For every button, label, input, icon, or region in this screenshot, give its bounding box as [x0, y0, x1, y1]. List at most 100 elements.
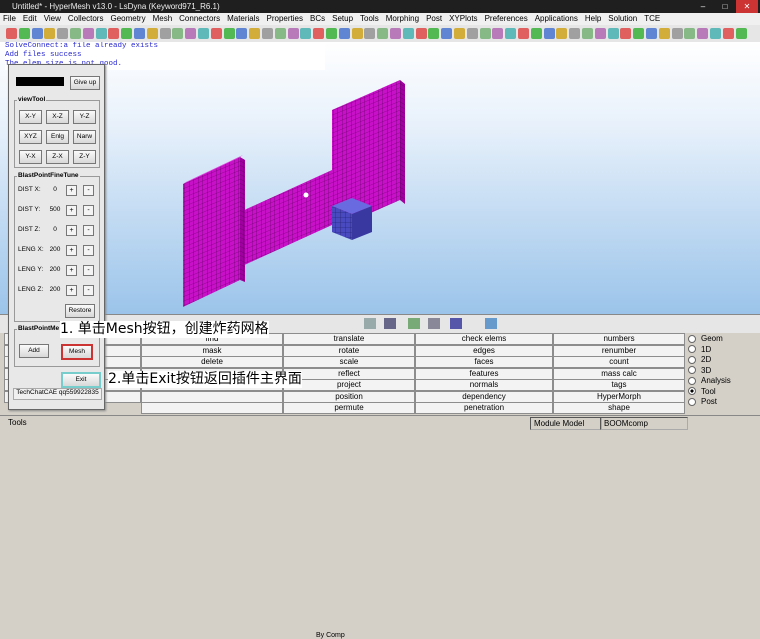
toolbar-icon[interactable] — [543, 28, 555, 39]
param-value[interactable]: 200 — [48, 284, 62, 295]
toolbar-icon[interactable] — [326, 28, 337, 39]
toolbar-icon[interactable] — [172, 28, 184, 39]
toolbar-icon[interactable] — [441, 28, 453, 39]
color-mode-select[interactable]: By Comp — [316, 632, 345, 639]
menu-geometry[interactable]: Geometry — [110, 14, 145, 23]
toolbar-icon[interactable] — [466, 28, 478, 39]
menu-collectors[interactable]: Collectors — [68, 14, 104, 23]
mesh-button[interactable]: Mesh — [61, 344, 93, 360]
toolbar-icon[interactable] — [402, 28, 414, 39]
screen-icon[interactable] — [485, 318, 497, 329]
toolbar-icon[interactable] — [70, 28, 81, 39]
status-component[interactable]: BOOMcomp — [600, 417, 688, 430]
panel-cell-normals[interactable]: normals — [415, 379, 553, 391]
toolbar-icon[interactable] — [300, 28, 312, 39]
minus-button[interactable]: - — [83, 185, 94, 196]
toolbar-icon[interactable] — [530, 28, 542, 39]
view-button-y-x[interactable]: Y-X — [19, 150, 42, 164]
visibility-icon[interactable] — [408, 318, 420, 329]
toolbar-icon[interactable] — [185, 28, 197, 39]
radio-geom[interactable]: Geom — [688, 334, 758, 345]
panel-cell-rotate[interactable]: rotate — [283, 344, 415, 357]
radio-dot[interactable] — [688, 334, 696, 343]
view-button-xyz[interactable]: XYZ — [19, 130, 42, 144]
toolbar-icon[interactable] — [646, 28, 657, 39]
toolbar-icon[interactable] — [57, 28, 69, 39]
toolbar-icon[interactable] — [236, 28, 248, 39]
radio-1d[interactable]: 1D — [688, 345, 758, 356]
toolbar-icon[interactable] — [121, 28, 133, 39]
toolbar-icon[interactable] — [607, 28, 619, 39]
radio-dot[interactable] — [688, 387, 696, 396]
panel-cell-renumber[interactable]: renumber — [553, 344, 685, 357]
toolbar-icon[interactable] — [428, 28, 440, 39]
toolbar-icon[interactable] — [287, 28, 299, 39]
menu-xyplots[interactable]: XYPlots — [449, 14, 477, 23]
toolbar-icon[interactable] — [134, 28, 145, 39]
give-up-button[interactable]: Give up — [70, 76, 100, 90]
radio-3d[interactable]: 3D — [688, 366, 758, 377]
radio-dot[interactable] — [688, 366, 696, 375]
toolbar-icon[interactable] — [594, 28, 606, 39]
minus-button[interactable]: - — [83, 245, 94, 256]
add-button[interactable]: Add — [19, 344, 49, 358]
toolbar-icon[interactable] — [262, 28, 273, 39]
panel-cell-mass-calc[interactable]: mass calc — [553, 367, 685, 380]
toolbar-icon[interactable] — [556, 28, 568, 39]
menu-mesh[interactable]: Mesh — [153, 14, 173, 23]
toolbar-icon[interactable] — [364, 28, 376, 39]
toolbar-icon[interactable] — [505, 28, 517, 39]
panel-cell-scale[interactable]: scale — [283, 356, 415, 368]
view-button-z-x[interactable]: Z-X — [46, 150, 69, 164]
plus-button[interactable]: + — [66, 265, 77, 276]
toolbar-icon[interactable] — [671, 28, 683, 39]
radio-dot[interactable] — [688, 397, 696, 406]
menu-bcs[interactable]: BCs — [310, 14, 325, 23]
toolbar-icon[interactable] — [492, 28, 504, 39]
toolbar-icon[interactable] — [415, 28, 427, 39]
toolbar-icon[interactable] — [44, 28, 56, 39]
view-button-z-y[interactable]: Z-Y — [73, 150, 96, 164]
radio-dot[interactable] — [688, 376, 696, 385]
panel-cell-project[interactable]: project — [283, 379, 415, 391]
menu-connectors[interactable]: Connectors — [179, 14, 220, 23]
menu-edit[interactable]: Edit — [23, 14, 37, 23]
toolbar-icon[interactable] — [313, 28, 325, 39]
toolbar-icon[interactable] — [697, 28, 709, 39]
toolbar-icon[interactable] — [479, 28, 491, 39]
panel-cell-mask[interactable]: mask — [141, 344, 283, 357]
toolbar-icon[interactable] — [633, 28, 645, 39]
toolbar-icon[interactable] — [159, 28, 171, 39]
menu-solution[interactable]: Solution — [608, 14, 637, 23]
menu-setup[interactable]: Setup — [332, 14, 353, 23]
param-value[interactable]: 500 — [48, 204, 62, 215]
menu-tools[interactable]: Tools — [360, 14, 379, 23]
minus-button[interactable]: - — [83, 285, 94, 296]
toolbar-icon[interactable] — [274, 28, 286, 39]
toolbar-icon[interactable] — [82, 28, 94, 39]
view-button-enlg[interactable]: Enlg — [46, 130, 69, 144]
menu-properties[interactable]: Properties — [267, 14, 303, 23]
panel-cell-count[interactable]: count — [553, 356, 685, 368]
menu-post[interactable]: Post — [426, 14, 442, 23]
radio-analysis[interactable]: Analysis — [688, 376, 758, 387]
plus-button[interactable]: + — [66, 185, 77, 196]
panel-cell-reflect[interactable]: reflect — [283, 367, 415, 380]
panel-cell-features[interactable]: features — [415, 367, 553, 380]
graphics-viewport[interactable] — [0, 42, 760, 314]
minus-button[interactable]: - — [83, 265, 94, 276]
toolbar-icon[interactable] — [377, 28, 389, 39]
view-button-x-y[interactable]: X-Y — [19, 110, 42, 124]
menu-preferences[interactable]: Preferences — [485, 14, 528, 23]
panel-cell-shape[interactable]: shape — [553, 402, 685, 414]
plus-button[interactable]: + — [66, 245, 77, 256]
radio-2d[interactable]: 2D — [688, 355, 758, 366]
radio-post[interactable]: Post — [688, 397, 758, 408]
toolbar-icon[interactable] — [108, 28, 120, 39]
view-button-narw[interactable]: Narw — [73, 130, 96, 144]
panel-cell-numbers[interactable]: numbers — [553, 333, 685, 345]
menu-applications[interactable]: Applications — [535, 14, 578, 23]
toolbar-icon[interactable] — [351, 28, 363, 39]
toolbar-icon[interactable] — [249, 28, 261, 39]
panel-cell-edges[interactable]: edges — [415, 344, 553, 357]
